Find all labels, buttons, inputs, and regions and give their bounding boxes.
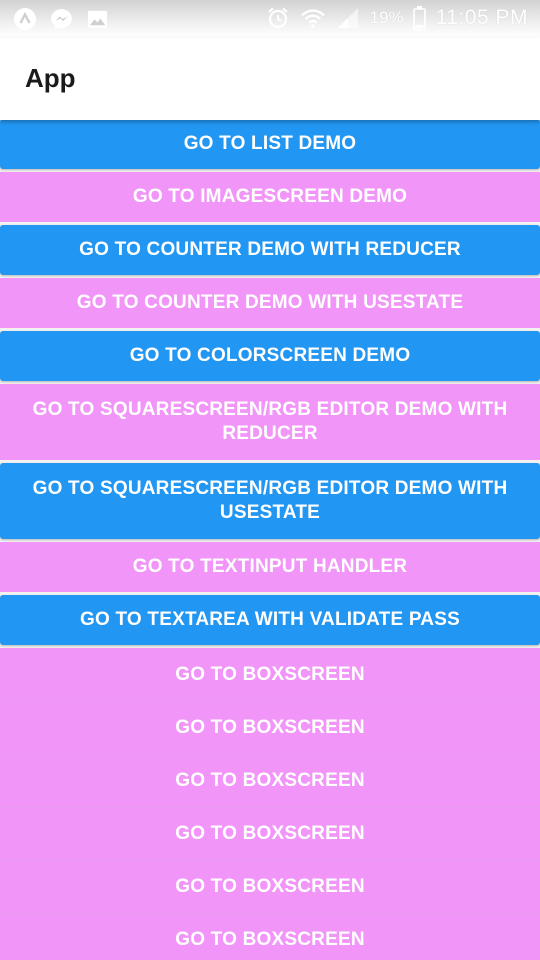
boxscreen-button[interactable]: GO TO BOXSCREEN xyxy=(0,754,540,807)
image-icon xyxy=(84,6,110,32)
page-title: App xyxy=(25,63,76,93)
colorscreen-demo-button[interactable]: GO TO COLORSCREEN DEMO xyxy=(0,331,540,381)
boxscreen-button[interactable]: GO TO BOXSCREEN xyxy=(0,913,540,960)
signal-icon xyxy=(335,5,361,31)
boxscreen-button[interactable]: GO TO BOXSCREEN xyxy=(0,648,540,701)
phone-screen: 19% 11:05 PM App GO TO LIST DEMO GO TO I… xyxy=(0,0,540,960)
status-clock: 11:05 PM xyxy=(435,6,528,29)
alarm-icon xyxy=(265,5,291,31)
boxscreen-button[interactable]: GO TO BOXSCREEN xyxy=(0,701,540,754)
textarea-validate-pass-button[interactable]: GO TO TEXTAREA WITH VALIDATE PASS xyxy=(0,595,540,645)
squarescreen-usestate-demo-button[interactable]: GO TO SQUARESCREEN/RGB EDITOR DEMO WITH … xyxy=(0,463,540,539)
boxscreen-button[interactable]: GO TO BOXSCREEN xyxy=(0,807,540,860)
demo-button-list: GO TO LIST DEMO GO TO IMAGESCREEN DEMO G… xyxy=(0,119,540,960)
battery-percentage: 19% xyxy=(369,8,404,27)
boxscreen-button[interactable]: GO TO BOXSCREEN xyxy=(0,860,540,913)
imagescreen-demo-button[interactable]: GO TO IMAGESCREEN DEMO xyxy=(0,172,540,222)
app-bar: App xyxy=(0,38,540,120)
battery-icon xyxy=(413,5,427,31)
counter-usestate-demo-button[interactable]: GO TO COUNTER DEMO WITH USESTATE xyxy=(0,278,540,328)
list-demo-button[interactable]: GO TO LIST DEMO xyxy=(0,119,540,169)
status-bar: 19% 11:05 PM xyxy=(0,0,540,38)
app-notification-icon xyxy=(12,6,38,32)
wifi-icon xyxy=(300,5,326,31)
messenger-icon xyxy=(48,6,74,32)
notification-icons xyxy=(12,6,110,32)
textinput-handler-button[interactable]: GO TO TEXTINPUT HANDLER xyxy=(0,542,540,592)
counter-reducer-demo-button[interactable]: GO TO COUNTER DEMO WITH REDUCER xyxy=(0,225,540,275)
squarescreen-reducer-demo-button[interactable]: GO TO SQUARESCREEN/RGB EDITOR DEMO WITH … xyxy=(0,384,540,460)
system-icons: 19% 11:05 PM xyxy=(265,5,528,31)
